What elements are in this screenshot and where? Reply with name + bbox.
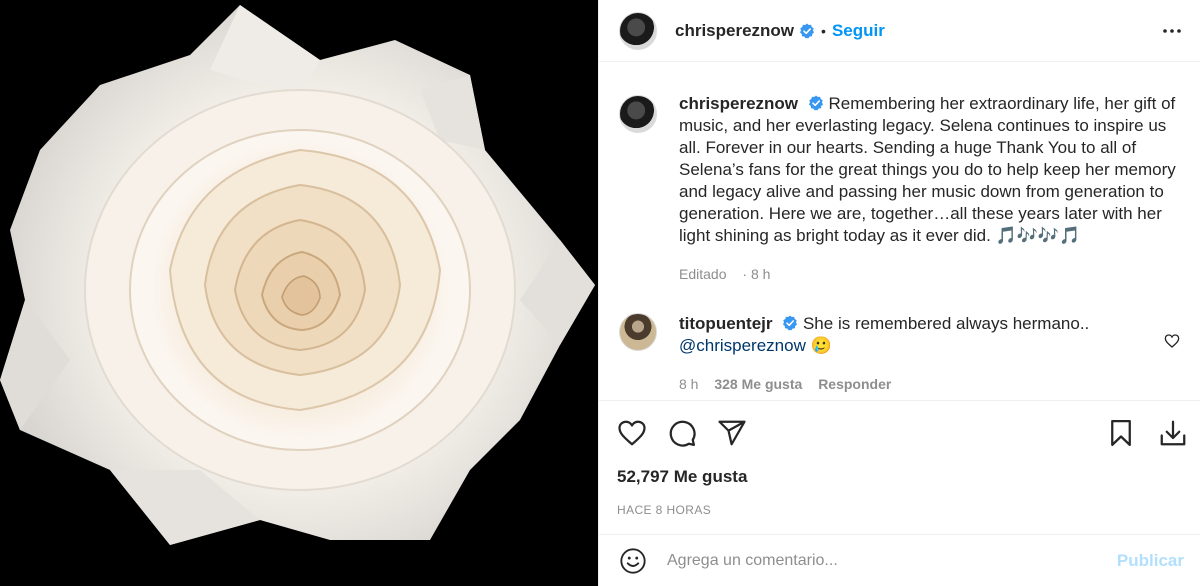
download-button[interactable] — [1158, 418, 1188, 448]
comment-body: titopuentejr She is remembered always he… — [679, 313, 1180, 395]
action-bar — [617, 401, 1188, 465]
caption-meta: Editado · 8 h — [679, 263, 1180, 285]
share-icon — [718, 420, 746, 446]
caption-author-avatar[interactable] — [619, 95, 657, 133]
commenter-avatar[interactable] — [619, 313, 657, 351]
verified-badge-icon — [783, 315, 798, 331]
rose-image — [0, 0, 598, 586]
share-button[interactable] — [717, 418, 747, 448]
post-actions: 52,797 Me gusta HACE 8 HORAS — [599, 400, 1200, 534]
publish-button[interactable]: Publicar — [1117, 551, 1184, 571]
caption-body: chrispereznow Remembering her extraordin… — [679, 93, 1180, 285]
more-options-button[interactable] — [1160, 19, 1184, 43]
caption-time[interactable]: 8 h — [751, 266, 770, 282]
bookmark-icon — [1111, 420, 1131, 446]
reply-button[interactable]: Responder — [818, 376, 891, 392]
edited-label: Editado · 8 h — [679, 266, 771, 282]
comment-button[interactable] — [667, 418, 697, 448]
author-avatar[interactable] — [619, 11, 657, 50]
likes-count[interactable]: 52,797 Me gusta — [617, 467, 1188, 487]
verified-badge-icon — [800, 23, 815, 38]
comment-text: She is remembered always hermano.. — [802, 314, 1090, 333]
comment-composer: Publicar — [599, 534, 1200, 586]
caption: chrispereznow Remembering her extraordin… — [619, 93, 1180, 285]
comment-mention[interactable]: @chrispereznow — [679, 336, 806, 355]
heart-icon — [618, 420, 646, 446]
more-options-icon — [1163, 28, 1181, 33]
comments-section: chrispereznow Remembering her extraordin… — [599, 63, 1200, 400]
comment-time[interactable]: 8 h — [679, 376, 698, 392]
emoji-icon[interactable] — [619, 547, 647, 575]
post-details-panel: chrispereznow • Seguir chrispereznow Rem… — [598, 0, 1200, 586]
post-image[interactable] — [0, 0, 598, 586]
comment-item: titopuentejr She is remembered always he… — [619, 313, 1180, 395]
caption-author-username[interactable]: chrispereznow — [679, 94, 798, 113]
comment-icon — [669, 420, 696, 447]
comment-emoji: 🥲 — [810, 336, 832, 355]
post-timestamp[interactable]: HACE 8 HORAS — [617, 503, 1188, 517]
author-username[interactable]: chrispereznow — [675, 21, 794, 41]
comment-likes[interactable]: 328 Me gusta — [714, 376, 802, 392]
follow-button[interactable]: Seguir — [832, 21, 885, 41]
action-bar-right — [1084, 418, 1188, 448]
comment-like-heart-icon[interactable] — [1164, 333, 1180, 349]
post-view: chrispereznow • Seguir chrispereznow Rem… — [0, 0, 1200, 586]
caption-text: Remembering her extraordinary life, her … — [679, 94, 1176, 245]
comment-meta: 8 h 328 Me gusta Responder — [679, 373, 1180, 395]
commenter-username[interactable]: titopuentejr — [679, 314, 773, 333]
post-header: chrispereznow • Seguir — [599, 0, 1200, 62]
download-icon — [1160, 420, 1186, 446]
separator-dot: • — [821, 22, 826, 39]
comment-input[interactable] — [667, 551, 1117, 570]
save-button[interactable] — [1106, 418, 1136, 448]
verified-badge-icon — [808, 95, 823, 111]
like-button[interactable] — [617, 418, 647, 448]
